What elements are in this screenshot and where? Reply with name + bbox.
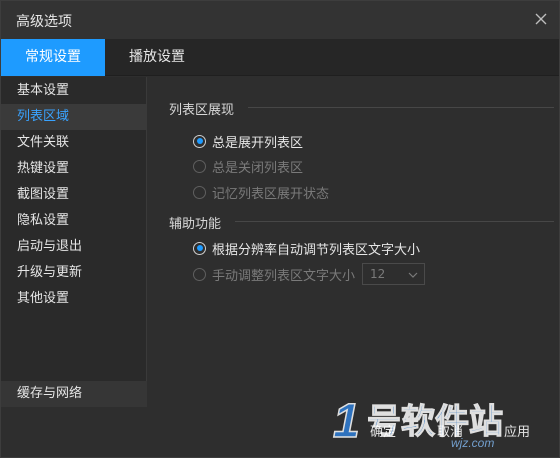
settings-panel: 列表区展现 总是展开列表区 总是关闭列表区 记忆列表区展开状态 辅助功能 根据分…	[148, 77, 559, 407]
window-title: 高级选项	[16, 14, 72, 30]
radio-unchecked-icon	[193, 185, 206, 199]
tab-general-settings[interactable]: 常规设置	[1, 39, 105, 76]
radio-always-expand[interactable]: 总是展开列表区	[193, 131, 303, 151]
sidebar-item-other[interactable]: 其他设置	[1, 286, 147, 312]
radio-unchecked-icon	[193, 159, 206, 173]
radio-manual-font-size[interactable]: 手动调整列表区文字大小	[193, 264, 355, 284]
sidebar: 基本设置 列表区域 文件关联 热键设置 截图设置 隐私设置 启动与退出 升级与更…	[1, 77, 147, 407]
radio-checked-icon	[193, 134, 206, 148]
radio-auto-font-size[interactable]: 根据分辨率自动调节列表区文字大小	[193, 238, 420, 258]
sidebar-item-cache-network[interactable]: 缓存与网络	[1, 381, 147, 407]
font-size-select[interactable]: 12	[362, 263, 425, 285]
radio-label: 总是展开列表区	[212, 135, 304, 151]
tab-playback-settings[interactable]: 播放设置	[105, 39, 209, 76]
ok-button[interactable]: 确定	[355, 421, 411, 445]
section-title-accessibility: 辅助功能	[169, 217, 222, 232]
sidebar-item-upgrade[interactable]: 升级与更新	[1, 260, 147, 286]
tab-bar: 常规设置 播放设置	[1, 39, 559, 76]
font-size-value: 12	[370, 267, 386, 281]
cancel-button[interactable]: 取消	[422, 421, 478, 445]
sidebar-item-basic[interactable]: 基本设置	[1, 78, 147, 104]
advanced-options-dialog: 高级选项 常规设置 播放设置 基本设置 列表区域 文件关联 热键设置 截图设置 …	[0, 0, 560, 458]
sidebar-item-privacy[interactable]: 隐私设置	[1, 208, 147, 234]
radio-unchecked-icon	[193, 267, 206, 281]
footer: 确定 取消 应用	[1, 407, 559, 457]
section-divider	[248, 107, 554, 108]
radio-label: 记忆列表区展开状态	[212, 186, 330, 202]
radio-label: 总是关闭列表区	[212, 160, 304, 176]
apply-button[interactable]: 应用	[489, 421, 545, 445]
title-bar: 高级选项	[1, 1, 559, 39]
radio-remember-state[interactable]: 记忆列表区展开状态	[193, 182, 329, 202]
close-icon[interactable]	[531, 9, 551, 29]
sidebar-item-startup-exit[interactable]: 启动与退出	[1, 234, 147, 260]
sidebar-item-file-association[interactable]: 文件关联	[1, 130, 147, 156]
radio-label: 根据分辨率自动调节列表区文字大小	[212, 242, 421, 258]
chevron-down-icon	[408, 269, 418, 279]
section-title-list-display: 列表区展现	[169, 103, 235, 118]
sidebar-item-hotkeys[interactable]: 热键设置	[1, 156, 147, 182]
section-divider	[235, 221, 554, 222]
radio-always-close[interactable]: 总是关闭列表区	[193, 156, 303, 176]
radio-label: 手动调整列表区文字大小	[212, 268, 356, 284]
radio-checked-icon	[193, 241, 206, 255]
sidebar-item-screenshot[interactable]: 截图设置	[1, 182, 147, 208]
sidebar-item-list-area[interactable]: 列表区域	[1, 104, 147, 130]
